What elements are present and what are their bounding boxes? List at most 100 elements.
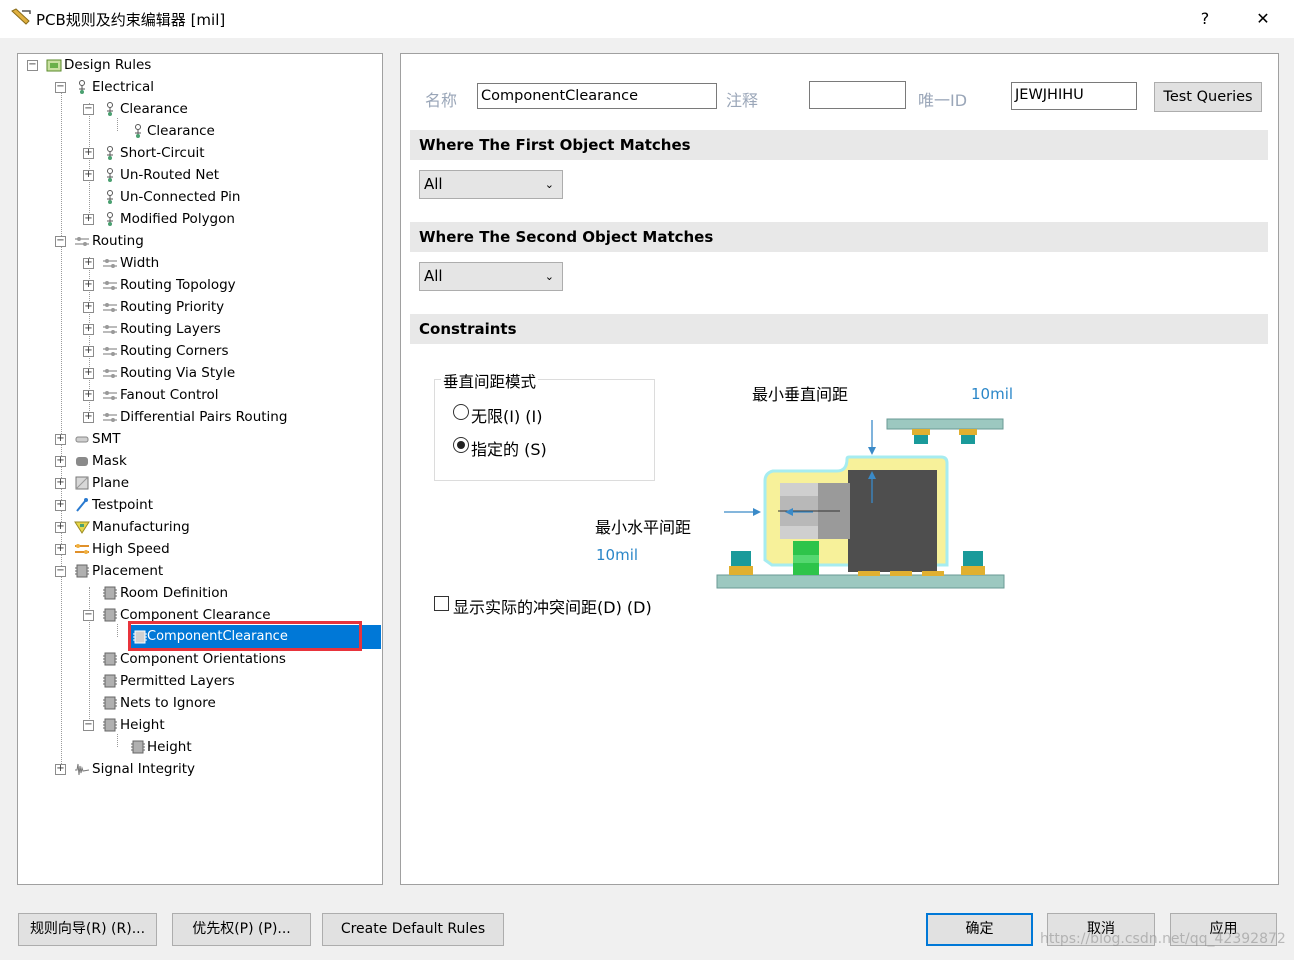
unique-id-input[interactable]: JEWJHIHU [1011,82,1137,110]
infinite-mode-radio[interactable] [453,404,469,420]
expand-icon[interactable]: + [83,324,94,335]
tree-label: Routing Via Style [120,365,236,381]
tree-label: Testpoint [92,497,154,513]
expand-icon[interactable]: + [83,368,94,379]
tree-label: Permitted Layers [120,673,235,689]
tree-label: Differential Pairs Routing [120,409,288,425]
placement-rule-icon [103,586,117,600]
collapse-icon[interactable]: − [83,610,94,621]
tree-label: Plane [92,475,130,491]
second-object-scope-dropdown[interactable]: All ⌄ [419,262,563,291]
electrical-rule-icon [79,80,85,94]
expand-icon[interactable]: + [83,170,94,181]
expand-icon[interactable]: + [83,258,94,269]
expand-icon[interactable]: + [83,214,94,225]
tree-label: Routing Topology [120,277,236,293]
placement-rule-icon [103,718,117,732]
routing-rule-icon [103,325,117,334]
create-default-rules-button[interactable]: Create Default Rules [322,913,504,946]
tree-label: Electrical [92,79,155,95]
rule-name-input[interactable]: ComponentClearance [477,83,717,109]
infinite-mode-label: 无限(I) (I) [471,407,543,426]
tree-line [117,624,118,637]
rule-wizard-button[interactable]: 规则向导(R) (R)... [18,913,157,946]
constraints-header: Constraints [410,314,1268,344]
expand-icon[interactable]: + [83,280,94,291]
tree-label: Room Definition [120,585,229,601]
mask-rule-icon [76,457,88,466]
tree-label: Mask [92,453,127,469]
min-vertical-clearance-value[interactable]: 10mil [971,385,1013,403]
routing-rule-icon [103,391,117,400]
expand-icon[interactable]: + [83,346,94,357]
expand-icon[interactable]: + [55,478,66,489]
chevron-down-icon: ⌄ [544,178,554,191]
unique-id-label: 唯一ID [918,91,968,110]
routing-rule-icon [103,303,117,312]
testpoint-rule-icon [76,498,88,512]
help-button[interactable]: ? [1190,6,1220,32]
expand-icon[interactable]: + [55,500,66,511]
expand-icon[interactable]: + [55,434,66,445]
signal-integrity-rule-icon [75,763,90,776]
expand-icon[interactable]: + [83,412,94,423]
expand-icon[interactable]: + [55,456,66,467]
min-horizontal-clearance-value[interactable]: 10mil [596,546,638,564]
show-actual-violation-distances-checkbox[interactable] [434,596,449,611]
routing-rule-icon [103,369,117,378]
tree-line [117,118,118,131]
plane-rule-icon [75,476,89,490]
collapse-icon[interactable]: − [83,720,94,731]
electrical-rule-icon [107,102,113,116]
electrical-rule-icon [107,146,113,160]
name-label: 名称 [425,91,458,110]
collapse-icon[interactable]: − [55,236,66,247]
design-rules-folder-icon [46,59,62,72]
placement-rule-icon [103,608,117,622]
collapse-icon[interactable]: − [27,60,38,71]
tree-label: Routing [92,233,144,249]
expand-icon[interactable]: + [55,764,66,775]
tree-label: Modified Polygon [120,211,235,227]
dropdown-value: All [424,267,443,285]
tree-label: Placement [92,563,164,579]
manufacturing-rule-icon [74,521,90,534]
min-horizontal-clearance-label: 最小水平间距 [595,518,692,537]
collapse-icon[interactable]: − [55,566,66,577]
placement-rule-icon [103,696,117,710]
expand-icon[interactable]: + [55,522,66,533]
electrical-rule-icon [107,212,113,226]
electrical-rule-icon [107,168,113,182]
expand-icon[interactable]: + [83,390,94,401]
close-window-button[interactable]: ✕ [1248,6,1278,32]
electrical-rule-icon [135,124,141,138]
smt-rule-icon [75,436,89,443]
expand-icon[interactable]: + [83,148,94,159]
first-object-scope-dropdown[interactable]: All ⌄ [419,170,563,199]
tree-label: Design Rules [64,57,152,73]
expand-icon[interactable]: + [83,302,94,313]
radio-selected-dot [457,441,465,449]
comment-input[interactable] [809,81,906,109]
tree-label: Manufacturing [92,519,190,535]
tree-label: Routing Corners [120,343,229,359]
tree-label: Clearance [147,123,215,139]
tree-label: Un-Connected Pin [120,189,241,205]
group-title: 垂直间距模式 [441,370,539,392]
specified-mode-radio[interactable] [453,437,469,453]
collapse-icon[interactable]: − [83,104,94,115]
tree-label: Routing Priority [120,299,225,315]
priorities-button[interactable]: 优先权(P) (P)... [172,913,311,946]
tree-label: Routing Layers [120,321,221,337]
collapse-icon[interactable]: − [55,82,66,93]
highlight-annotation-box [128,621,362,651]
ok-button[interactable]: 确定 [926,913,1033,946]
placement-rule-icon [103,674,117,688]
tree-label: Signal Integrity [92,761,196,777]
high-speed-rule-icon [75,544,89,554]
expand-icon[interactable]: + [55,544,66,555]
tree-line [61,88,62,770]
specified-mode-label: 指定的 (S) [471,440,547,459]
tree-label: Width [120,255,160,271]
test-queries-button[interactable]: Test Queries [1154,82,1262,112]
